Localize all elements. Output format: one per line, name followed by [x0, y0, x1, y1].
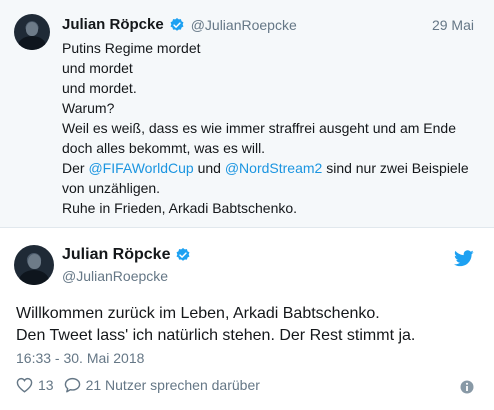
- text-segment: und mordet: [62, 60, 133, 76]
- main-tweet-author: Julian Röpcke: [62, 246, 191, 264]
- replies-link[interactable]: 21 Nutzer sprechen darüber: [64, 377, 260, 393]
- text-segment: Putins Regime mordet: [62, 40, 201, 56]
- text-segment: Ruhe in Frieden, Arkadi Babtschenko.: [62, 200, 298, 216]
- author-handle[interactable]: @JulianRoepcke: [191, 17, 297, 33]
- text-segment: sind nur zwei Beispiele: [322, 160, 469, 176]
- text-segment: Der: [62, 160, 89, 176]
- replies-label: 21 Nutzer sprechen darüber: [85, 377, 260, 393]
- tweet-timestamp[interactable]: 16:33 - 30. Mai 2018: [16, 350, 144, 366]
- tweet-text-line: doch alles bekommt, was es will.: [62, 138, 482, 158]
- like-button[interactable]: 13: [16, 377, 54, 393]
- heart-icon: [16, 377, 33, 393]
- author-handle[interactable]: @JulianRoepcke: [62, 268, 168, 284]
- tweet-text-line: und mordet.: [62, 78, 482, 98]
- info-icon[interactable]: [460, 380, 474, 394]
- tweet-text-line: von unzähligen.: [62, 178, 482, 198]
- author-name[interactable]: Julian Röpcke: [62, 16, 164, 33]
- mention-link[interactable]: @NordStream2: [225, 160, 322, 176]
- tweet-text-line: Warum?: [62, 98, 482, 118]
- text-segment: und: [193, 160, 225, 176]
- tweet-actions: 13 21 Nutzer sprechen darüber: [16, 377, 270, 393]
- twitter-bird-icon[interactable]: [454, 250, 474, 267]
- text-segment: Weil es weiß, dass es wie immer straffre…: [62, 120, 456, 136]
- quoted-tweet-text: Putins Regime mordet und mordet und mordet…: [62, 38, 482, 218]
- avatar[interactable]: [14, 245, 54, 285]
- verified-badge-icon: [177, 248, 190, 261]
- tweet-text-line: Ruhe in Frieden, Arkadi Babtschenko.: [62, 198, 482, 218]
- quoted-tweet-header: Julian Röpcke @JulianRoepcke: [62, 16, 297, 33]
- text-segment: von unzähligen.: [62, 180, 161, 196]
- tweet-date[interactable]: 29 Mai: [432, 17, 474, 33]
- like-count: 13: [38, 377, 54, 393]
- mention-link[interactable]: @FIFAWorldCup: [88, 160, 193, 176]
- text-segment: Warum?: [62, 100, 115, 116]
- verified-badge-icon: [170, 17, 184, 31]
- quoted-tweet[interactable]: Julian Röpcke @JulianRoepcke 29 Mai Puti…: [0, 0, 494, 228]
- text-segment: und mordet.: [62, 80, 137, 96]
- avatar[interactable]: [14, 14, 50, 50]
- tweet-text-line: und mordet: [62, 58, 482, 78]
- author-name[interactable]: Julian Röpcke: [62, 246, 170, 264]
- tweet-text: Willkommen zurück im Leben, Arkadi Babts…: [16, 303, 486, 347]
- speech-bubble-icon: [64, 377, 80, 393]
- tweet-text-line: Putins Regime mordet: [62, 38, 482, 58]
- text-segment: doch alles bekommt, was es will.: [62, 140, 266, 156]
- tweet-text-line: Der @FIFAWorldCup und @NordStream2 sind …: [62, 158, 482, 178]
- tweet-text-line: Den Tweet lass' ich natürlich stehen. De…: [16, 327, 416, 344]
- tweet-text-line: Willkommen zurück im Leben, Arkadi Babts…: [16, 305, 380, 322]
- tweet-text-line: Weil es weiß, dass es wie immer straffre…: [62, 118, 482, 138]
